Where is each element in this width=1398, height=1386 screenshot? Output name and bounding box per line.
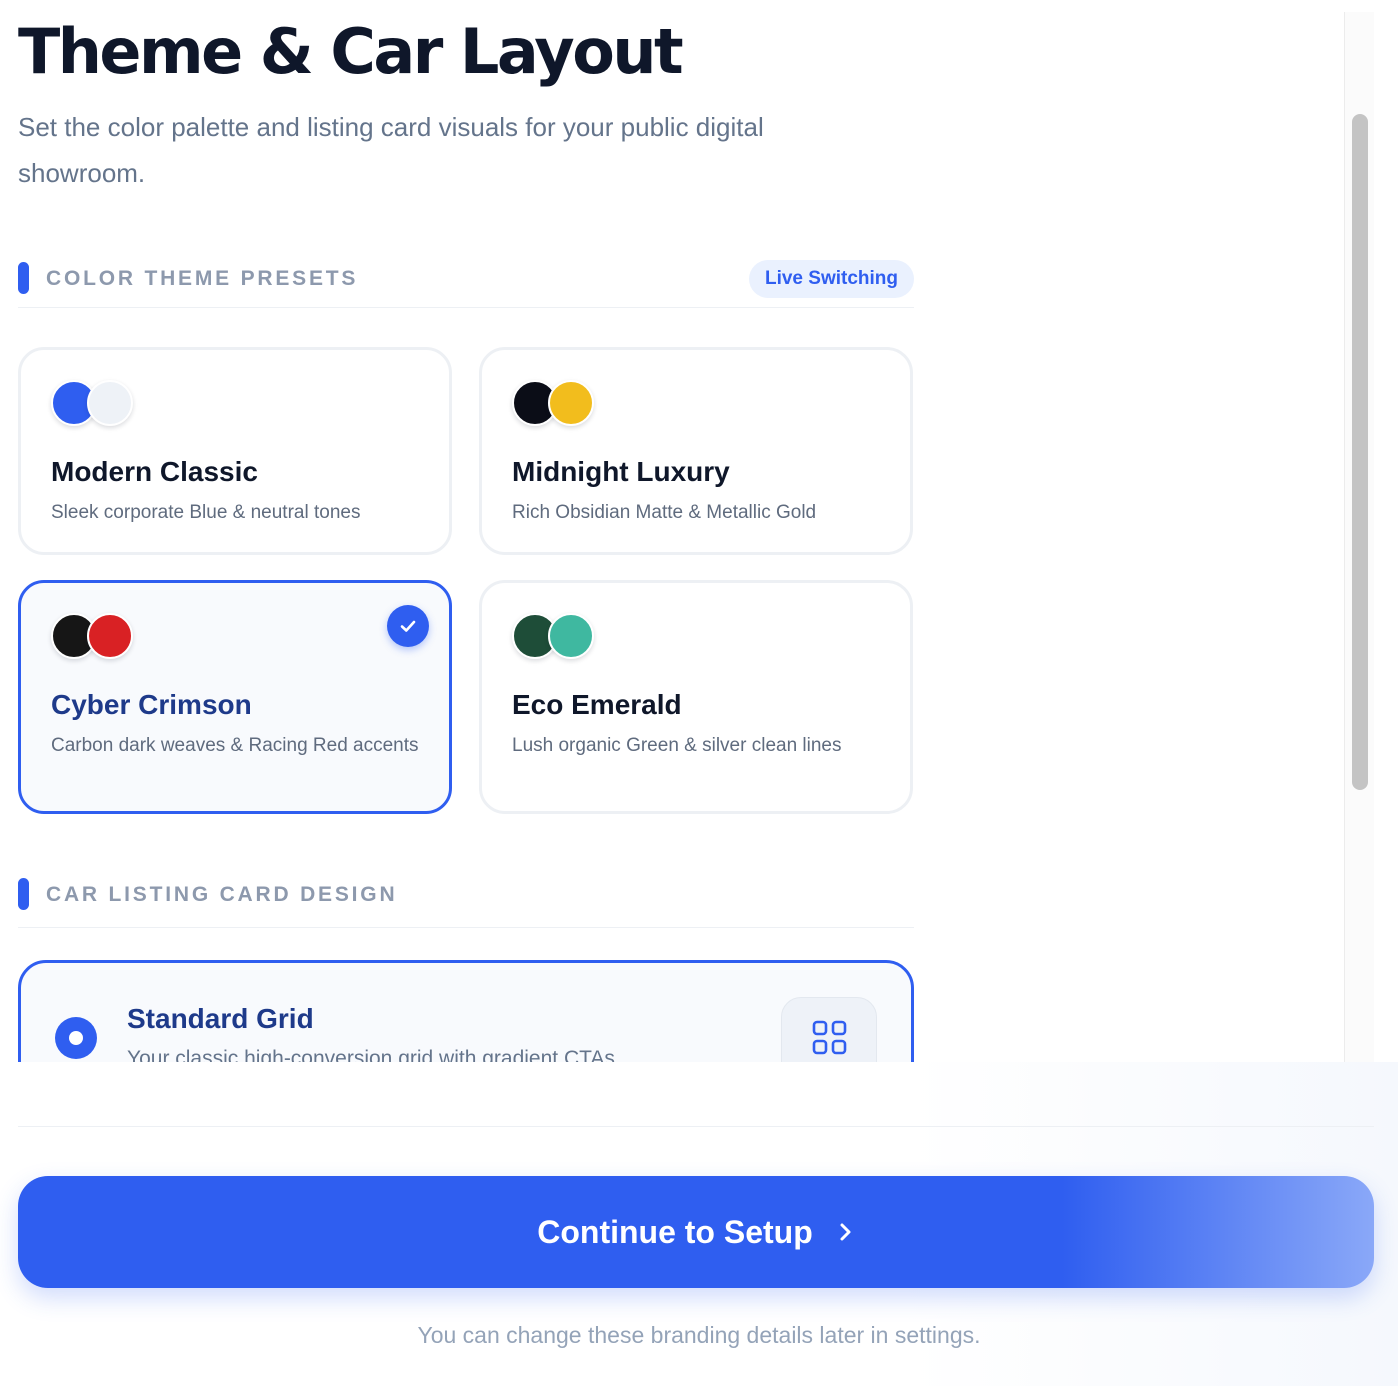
color-swatches (512, 380, 602, 428)
swatch-secondary (548, 380, 594, 426)
scroll-area[interactable]: Theme & Car Layout Set the color palette… (0, 0, 1344, 1062)
layout-option-description: Your classic high-conversion grid with g… (127, 1047, 615, 1062)
theme-name: Cyber Crimson (51, 689, 252, 720)
footer-note: You can change these branding details la… (417, 1322, 981, 1348)
theme-name: Modern Classic (51, 456, 258, 487)
theme-card-midnight-luxury[interactable]: Midnight Luxury Rich Obsidian Matte & Me… (479, 347, 913, 555)
theme-name: Eco Emerald (512, 689, 682, 720)
color-swatches (512, 613, 602, 661)
theme-card-cyber-crimson[interactable]: Cyber Crimson Carbon dark weaves & Racin… (18, 580, 452, 814)
continue-to-setup-button[interactable]: Continue to Setup (18, 1176, 1374, 1288)
theme-card-eco-emerald[interactable]: Eco Emerald Lush organic Green & silver … (479, 580, 913, 814)
section-label: CAR LISTING CARD DESIGN (46, 883, 398, 906)
grid-icon (781, 997, 877, 1062)
theme-description: Carbon dark weaves & Racing Red accents (51, 735, 419, 756)
theme-description: Rich Obsidian Matte & Metallic Gold (512, 502, 817, 523)
live-switching-badge: Live Switching (748, 260, 914, 298)
swatch-secondary (548, 613, 594, 659)
scrollbar-thumb[interactable] (1352, 114, 1368, 790)
color-theme-section-header: COLOR THEME PRESETS Live Switching (18, 260, 914, 308)
theme-name: Midnight Luxury (512, 456, 730, 487)
layout-option-standard-grid[interactable]: Standard Grid Your classic high-conversi… (18, 960, 914, 1062)
section-accent-bar (18, 878, 29, 910)
continue-button-label: Continue to Setup (537, 1214, 813, 1250)
footer-divider (18, 1126, 1374, 1127)
section-accent-bar (18, 262, 29, 294)
theme-card-modern-classic[interactable]: Modern Classic Sleek corporate Blue & ne… (18, 347, 452, 555)
radio-dot (69, 1031, 83, 1045)
page-title: Theme & Car Layout (18, 15, 684, 88)
layout-option-title: Standard Grid (127, 1003, 314, 1034)
footer: Continue to Setup You can change these b… (0, 1062, 1398, 1386)
section-label: COLOR THEME PRESETS (46, 267, 359, 290)
swatch-secondary (87, 380, 133, 426)
card-design-section-header: CAR LISTING CARD DESIGN (18, 878, 914, 928)
page-subtitle: Set the color palette and listing card v… (18, 112, 764, 188)
grid-icon-glyph (812, 1020, 847, 1055)
layout-radio-selected[interactable] (55, 1017, 97, 1059)
theme-description: Lush organic Green & silver clean lines (512, 735, 842, 756)
swatch-secondary (87, 613, 133, 659)
selected-check-icon (387, 605, 429, 647)
theme-layout-page: Theme & Car Layout Set the color palette… (0, 0, 1398, 1386)
color-swatches (51, 380, 141, 428)
theme-description: Sleek corporate Blue & neutral tones (51, 502, 361, 523)
chevron-right-icon (835, 1220, 855, 1244)
scrollbar-track[interactable] (1344, 12, 1374, 1062)
color-swatches (51, 613, 141, 661)
